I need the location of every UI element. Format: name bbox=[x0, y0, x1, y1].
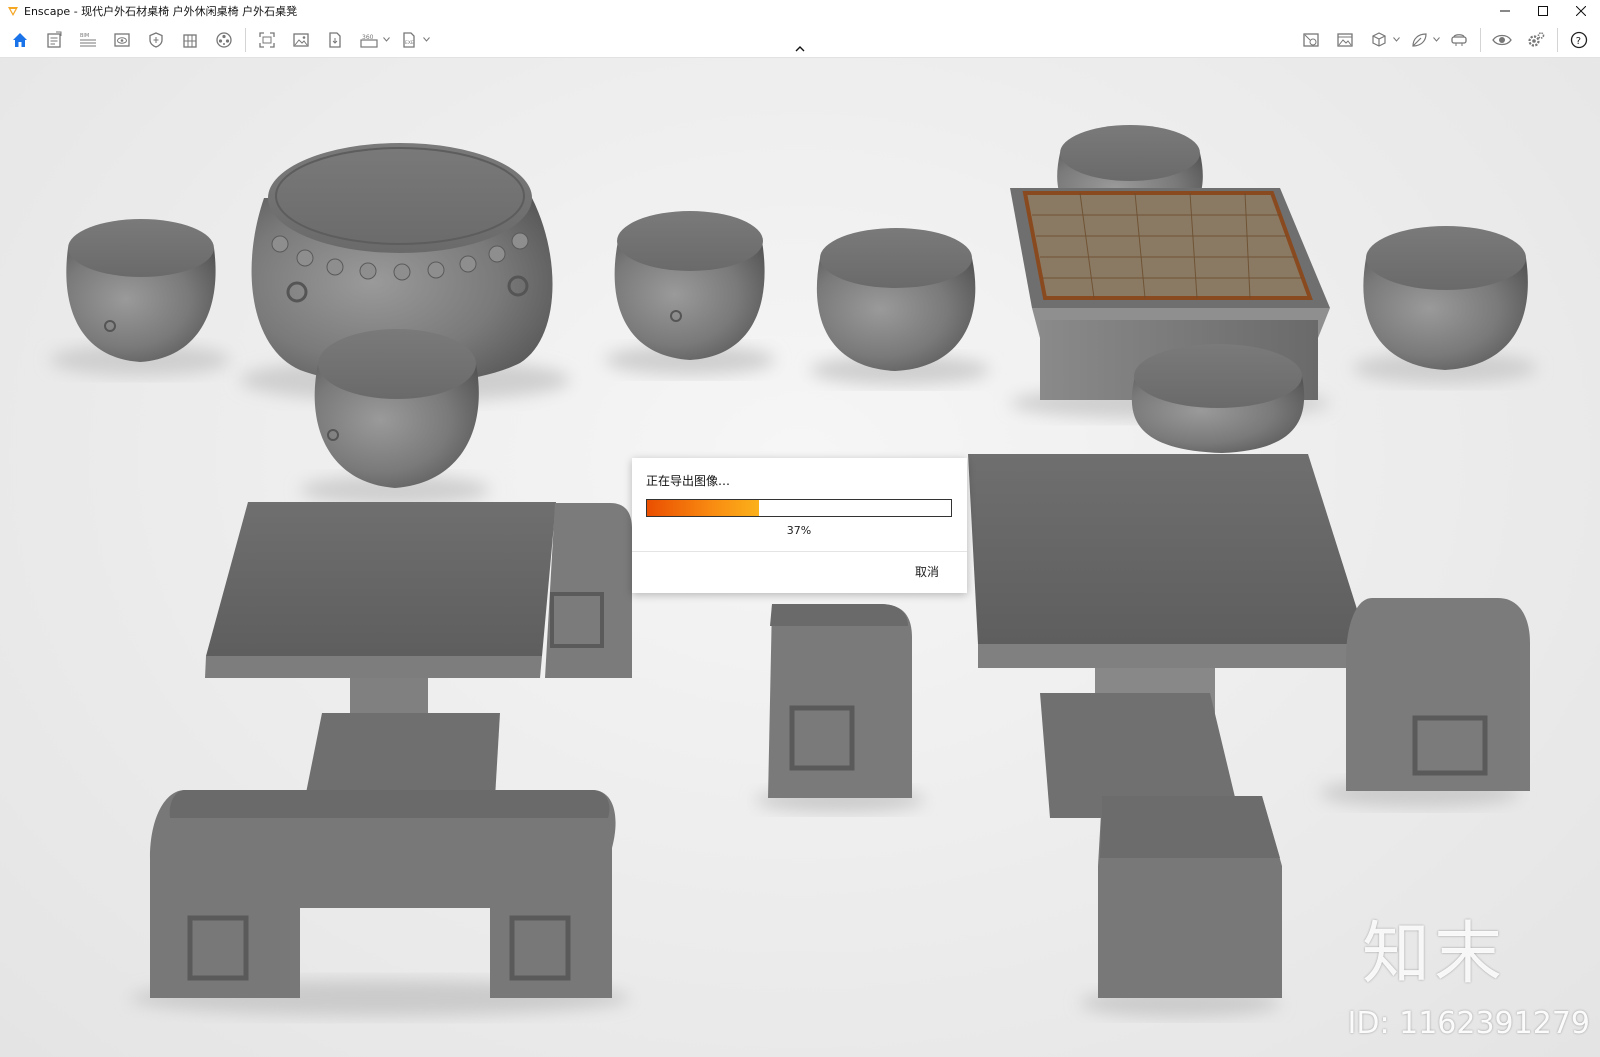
dialog-title: 正在导出图像… bbox=[646, 474, 731, 488]
chevron-down-icon bbox=[1432, 37, 1440, 42]
chevron-up-icon bbox=[795, 46, 805, 52]
title-bar: Enscape - 现代户外石材桌椅 户外休闲桌椅 户外石桌凳 bbox=[0, 0, 1600, 22]
toolbar-right-group: ? bbox=[1294, 22, 1596, 57]
stone-bench bbox=[150, 790, 616, 998]
view-button[interactable] bbox=[108, 26, 136, 54]
render-image-button[interactable] bbox=[287, 26, 315, 54]
help-button[interactable]: ? bbox=[1565, 26, 1593, 54]
settings-icon bbox=[1528, 31, 1545, 47]
svg-text:?: ? bbox=[1576, 36, 1581, 47]
document-icon bbox=[47, 31, 62, 48]
close-icon bbox=[1576, 6, 1586, 16]
eye-icon bbox=[1492, 34, 1512, 45]
settings-button[interactable] bbox=[1522, 26, 1550, 54]
chevron-down-icon bbox=[1392, 37, 1400, 42]
enscape-logo-icon bbox=[8, 7, 18, 16]
cube-icon bbox=[1372, 31, 1386, 47]
toolbar-separator bbox=[1557, 27, 1558, 52]
visual-settings-button[interactable] bbox=[1488, 26, 1516, 54]
vr-headset-button[interactable] bbox=[1445, 26, 1473, 54]
document-button[interactable] bbox=[40, 26, 68, 54]
film-reel-icon bbox=[216, 31, 232, 48]
chevron-down-icon bbox=[422, 37, 430, 42]
help-icon: ? bbox=[1570, 31, 1588, 48]
nature-dropdown[interactable] bbox=[1432, 26, 1440, 54]
panorama-360-icon: 360 bbox=[360, 34, 378, 48]
gallery-icon bbox=[1337, 32, 1353, 47]
shield-icon bbox=[149, 31, 163, 48]
nature-button[interactable] bbox=[1405, 26, 1433, 54]
svg-text:EXE: EXE bbox=[405, 40, 414, 46]
maximize-button[interactable] bbox=[1524, 0, 1562, 22]
shield-button[interactable] bbox=[142, 26, 170, 54]
export-progress-dialog: 正在导出图像… 37% 取消 bbox=[632, 458, 967, 593]
toolbar-separator bbox=[245, 27, 246, 52]
drum-stool bbox=[1363, 226, 1528, 370]
gallery-button[interactable] bbox=[1331, 26, 1359, 54]
progress-bar-fill bbox=[647, 500, 760, 516]
leaf-icon bbox=[1412, 32, 1427, 47]
panorama-button[interactable]: 360 bbox=[355, 26, 383, 54]
bim-button[interactable]: BIM bbox=[74, 26, 102, 54]
progress-percent-label: 37% bbox=[786, 524, 812, 537]
maximize-icon bbox=[1538, 6, 1548, 16]
chevron-down-icon bbox=[382, 37, 390, 42]
watermark-brand: 知末 bbox=[1361, 915, 1506, 994]
view-cube-button[interactable] bbox=[1365, 26, 1393, 54]
building-icon bbox=[183, 33, 197, 48]
map-view-button[interactable] bbox=[1297, 26, 1325, 54]
bim-icon: BIM bbox=[80, 33, 96, 46]
export-file-button[interactable] bbox=[321, 26, 349, 54]
stone-block-stool bbox=[545, 503, 633, 678]
close-button[interactable] bbox=[1562, 0, 1600, 22]
minimize-button[interactable] bbox=[1486, 0, 1524, 22]
home-icon bbox=[13, 32, 27, 47]
stone-block-stool bbox=[1346, 598, 1530, 791]
screenshot-icon bbox=[259, 31, 275, 48]
minimize-icon bbox=[1500, 10, 1510, 12]
cancel-button[interactable]: 取消 bbox=[915, 563, 939, 580]
exe-export-button[interactable]: EXE bbox=[395, 26, 423, 54]
window-controls bbox=[1486, 0, 1600, 22]
stone-table bbox=[205, 502, 556, 798]
exe-export-icon: EXE bbox=[403, 31, 415, 48]
panorama-dropdown[interactable] bbox=[382, 26, 390, 54]
progress-bar bbox=[646, 499, 952, 517]
view-cube-dropdown[interactable] bbox=[1392, 26, 1400, 54]
dialog-divider bbox=[632, 551, 967, 552]
image-icon bbox=[293, 32, 309, 47]
asset-library-button[interactable] bbox=[210, 26, 238, 54]
vr-headset-icon bbox=[1451, 33, 1467, 46]
window-title: Enscape - 现代户外石材桌椅 户外休闲桌椅 户外石桌凳 bbox=[24, 5, 298, 18]
drum-stool bbox=[1131, 344, 1305, 453]
export-file-icon bbox=[329, 31, 341, 48]
drum-stool bbox=[816, 228, 976, 371]
stone-block-stool bbox=[1098, 796, 1282, 998]
toolbar-separator bbox=[1480, 27, 1481, 52]
building-button[interactable] bbox=[176, 26, 204, 54]
screenshot-button[interactable] bbox=[253, 26, 281, 54]
toolbar-left-group: BIM 360 EXE bbox=[3, 22, 432, 57]
watermark-id: ID: 1162391279 bbox=[1347, 1006, 1590, 1041]
view-icon bbox=[114, 32, 130, 47]
drum-stool bbox=[66, 219, 216, 362]
drum-stool bbox=[614, 211, 765, 360]
image-frame-icon bbox=[1303, 32, 1319, 47]
svg-text:BIM: BIM bbox=[80, 33, 89, 39]
stone-block-stool bbox=[768, 604, 912, 798]
collapse-toolbar-toggle[interactable] bbox=[792, 44, 808, 54]
stone-table bbox=[968, 454, 1368, 818]
home-button[interactable] bbox=[6, 26, 34, 54]
exe-dropdown[interactable] bbox=[422, 26, 430, 54]
drum-stool bbox=[314, 329, 479, 488]
